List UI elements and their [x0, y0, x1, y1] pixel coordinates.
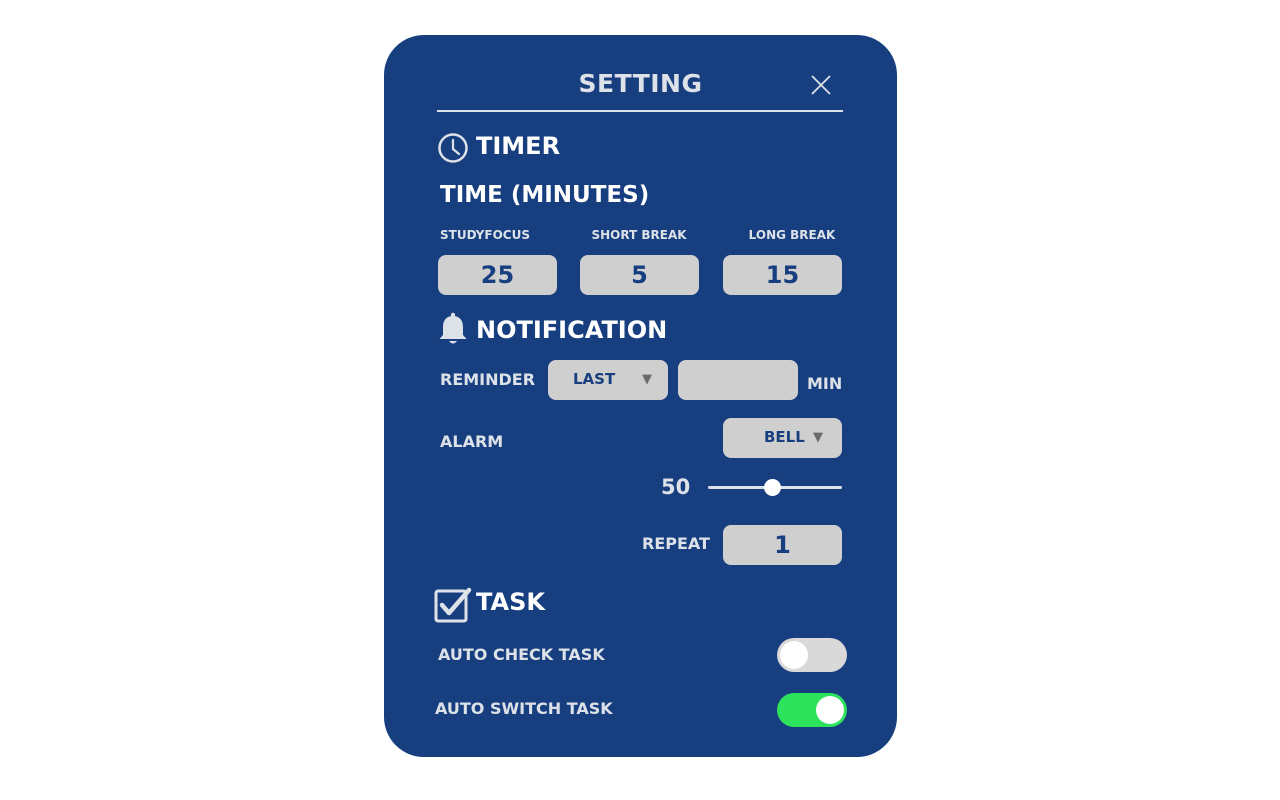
checkbox-icon [434, 586, 472, 624]
auto-switch-task-label: AUTO SWITCH TASK [435, 699, 613, 718]
clock-icon [437, 132, 469, 164]
alarm-select-value: BELL [764, 428, 805, 446]
close-button[interactable] [809, 73, 833, 97]
studyfocus-input[interactable]: 25 [438, 255, 557, 295]
caret-down-icon: ▼ [813, 430, 823, 445]
short-break-input[interactable]: 5 [580, 255, 699, 295]
caret-down-icon: ▼ [642, 372, 652, 387]
reminder-select[interactable]: LAST ▼ [548, 360, 668, 400]
settings-panel: SETTING TIMER TIME (MINUTES) STUDYFOCUS … [384, 35, 897, 757]
reminder-unit-label: MIN [807, 374, 843, 393]
long-break-label: LONG BREAK [748, 228, 836, 242]
repeat-input[interactable]: 1 [723, 525, 842, 565]
volume-value: 50 [661, 475, 691, 499]
notification-section-title: NOTIFICATION [476, 316, 668, 344]
auto-check-task-toggle[interactable] [777, 638, 847, 672]
toggle-knob [816, 696, 844, 724]
reminder-select-value: LAST [573, 370, 616, 388]
repeat-label: REPEAT [642, 534, 710, 553]
close-icon [811, 75, 831, 95]
long-break-input[interactable]: 15 [723, 255, 842, 295]
timer-section-title: TIMER [476, 132, 561, 160]
auto-check-task-label: AUTO CHECK TASK [438, 645, 605, 664]
toggle-knob [780, 641, 808, 669]
header-divider [437, 110, 843, 112]
alarm-label: ALARM [440, 432, 504, 451]
reminder-minutes-input[interactable] [678, 360, 798, 400]
studyfocus-label: STUDYFOCUS [440, 228, 530, 242]
auto-switch-task-toggle[interactable] [777, 693, 847, 727]
reminder-label: REMINDER [440, 370, 536, 389]
short-break-label: SHORT BREAK [591, 228, 687, 242]
volume-slider-thumb[interactable] [764, 479, 781, 496]
task-section-title: TASK [476, 588, 545, 616]
bell-icon [438, 312, 468, 346]
alarm-select[interactable]: BELL ▼ [723, 418, 842, 458]
time-minutes-subtitle: TIME (MINUTES) [440, 182, 650, 208]
